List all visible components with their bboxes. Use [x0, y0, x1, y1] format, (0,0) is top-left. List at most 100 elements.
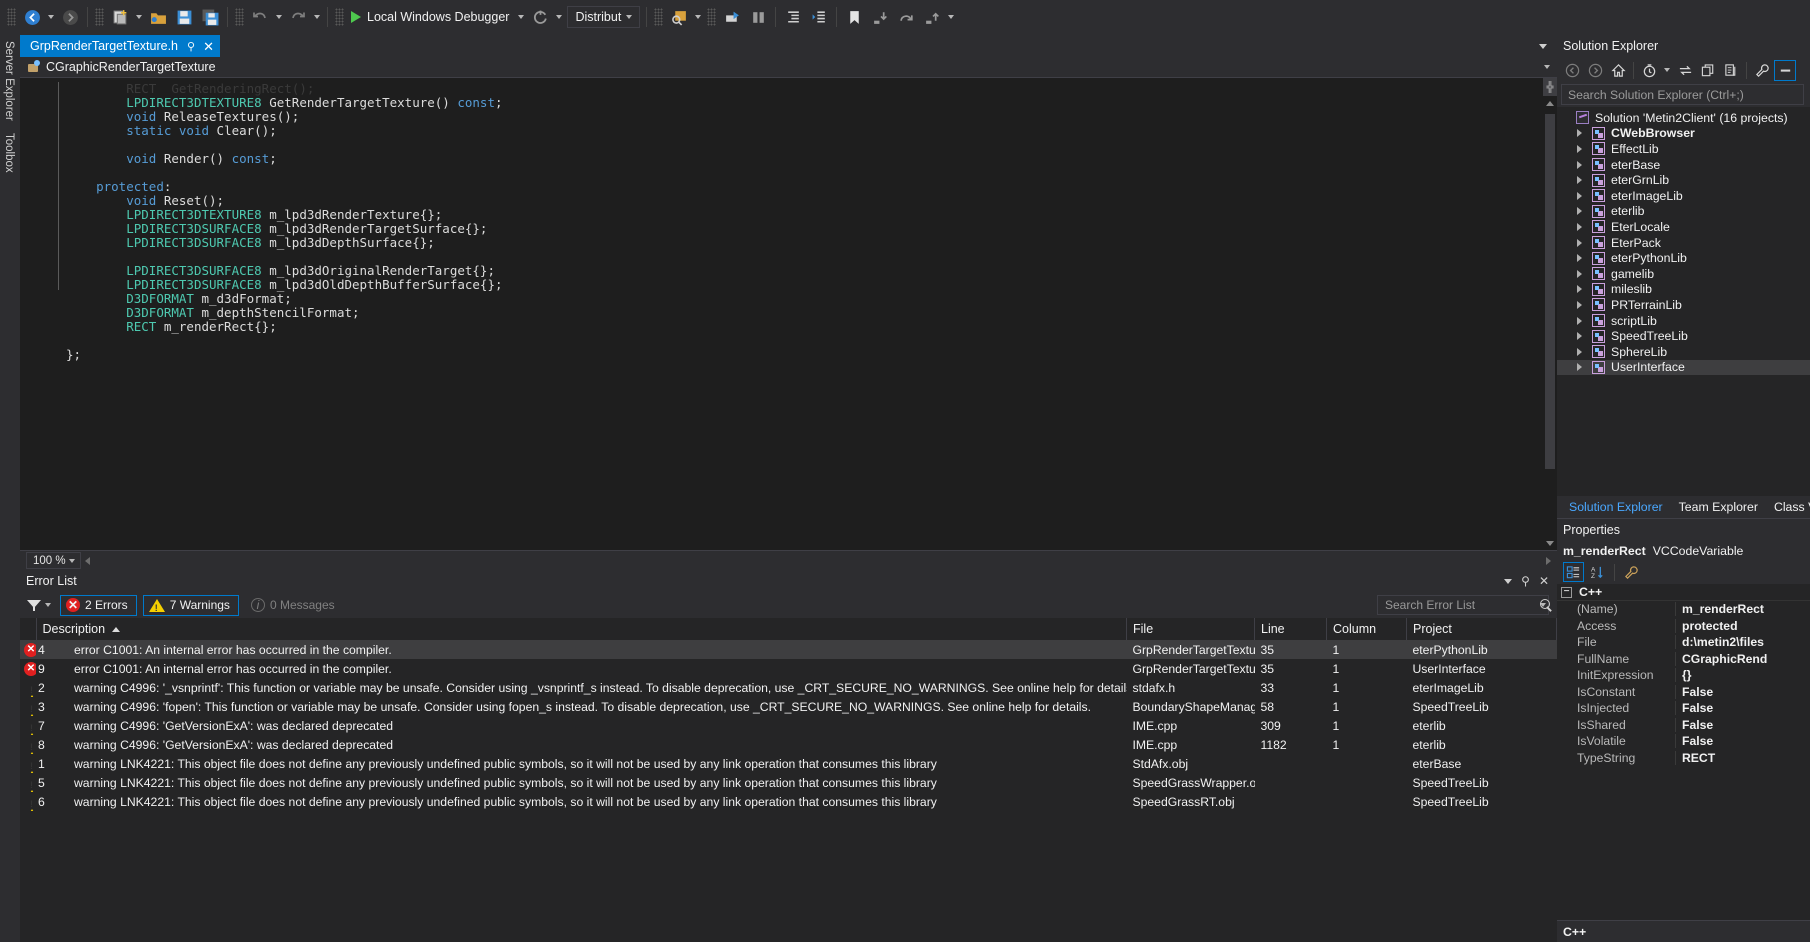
toolbar-overflow-icon[interactable]	[945, 5, 957, 29]
project-node[interactable]: gamelib	[1557, 266, 1810, 282]
project-node[interactable]: eterGrnLib	[1557, 172, 1810, 188]
sync-with-active-document-icon[interactable]	[1674, 60, 1696, 81]
scroll-down-icon[interactable]	[1543, 536, 1557, 550]
toolbar-grip-5[interactable]	[654, 8, 663, 26]
error-list-grid[interactable]: Description File Line Column Project ✕4e…	[20, 618, 1557, 942]
column-header-description[interactable]: Description	[36, 618, 1127, 640]
project-node[interactable]: UserInterface	[1557, 360, 1810, 376]
project-node[interactable]: EffectLib	[1557, 141, 1810, 157]
document-tab-grprendertargettexture[interactable]: GrpRenderTargetTexture.h ⚲ ✕	[20, 35, 220, 57]
table-row[interactable]: 6warning LNK4221: This object file does …	[20, 792, 1557, 811]
warnings-filter-button[interactable]: 7 Warnings	[143, 595, 239, 616]
table-row[interactable]: ✕9error C1001: An internal error has occ…	[20, 659, 1557, 678]
expander-icon[interactable]	[1573, 145, 1586, 153]
redo-icon[interactable]	[285, 5, 311, 29]
table-row[interactable]: 8warning C4996: 'GetVersionExA': was dec…	[20, 735, 1557, 754]
tab-list-dropdown-icon[interactable]	[1537, 39, 1549, 53]
code-editor[interactable]: RECT GetRenderingRect(); LPDIRECT3DTEXTU…	[20, 78, 1557, 550]
view-code-icon[interactable]	[1774, 60, 1796, 81]
editor-horizontal-scrollbar[interactable]	[85, 554, 1553, 568]
scroll-right-icon[interactable]	[1546, 557, 1551, 565]
expander-icon[interactable]	[1573, 317, 1586, 325]
zoom-dropdown-icon[interactable]	[66, 549, 78, 573]
find-dropdown-icon[interactable]	[692, 5, 704, 29]
navigate-back-dropdown-icon[interactable]	[45, 5, 57, 29]
project-node[interactable]: EterLocale	[1557, 219, 1810, 235]
table-row[interactable]: 1warning LNK4221: This object file does …	[20, 754, 1557, 773]
editor-vertical-scrollbar[interactable]: ╬	[1543, 78, 1557, 550]
expander-icon[interactable]	[1573, 176, 1586, 184]
property-row[interactable]: Filed:\metin2\files	[1557, 634, 1810, 651]
step-out-icon[interactable]	[919, 5, 945, 29]
project-node[interactable]: PRTerrainLib	[1557, 297, 1810, 313]
pin-panel-icon[interactable]: ⚲	[1521, 574, 1530, 588]
alphabetical-icon[interactable]: AZ	[1587, 562, 1608, 582]
property-row[interactable]: IsInjectedFalse	[1557, 700, 1810, 717]
toolbar-grip-6[interactable]	[707, 8, 716, 26]
property-value[interactable]: protected	[1675, 619, 1810, 633]
toolbar-grip-2[interactable]	[95, 8, 104, 26]
expander-icon[interactable]	[1573, 332, 1586, 340]
property-value[interactable]: False	[1675, 701, 1810, 715]
error-list-search-input[interactable]	[1385, 598, 1540, 612]
project-node[interactable]: eterPythonLib	[1557, 250, 1810, 266]
expander-icon[interactable]	[1573, 254, 1586, 262]
table-row[interactable]: ✕4error C1001: An internal error has occ…	[20, 640, 1557, 659]
expander-icon[interactable]	[1573, 161, 1586, 169]
properties-icon[interactable]	[1751, 60, 1773, 81]
start-debugging-button[interactable]: Local Windows Debugger	[347, 5, 515, 29]
indent-icon[interactable]	[780, 5, 806, 29]
project-node[interactable]: EterPack	[1557, 235, 1810, 251]
column-header-file[interactable]: File	[1127, 618, 1255, 640]
project-node[interactable]: mileslib	[1557, 282, 1810, 298]
filter-icon[interactable]	[26, 597, 42, 613]
expander-icon[interactable]	[1573, 363, 1586, 371]
outdent-icon[interactable]	[806, 5, 832, 29]
undo-icon[interactable]	[247, 5, 273, 29]
property-row[interactable]: FullNameCGraphicRend	[1557, 651, 1810, 668]
collapse-icon[interactable]: −	[1561, 587, 1572, 598]
column-header-project[interactable]: Project	[1407, 618, 1557, 640]
project-node[interactable]: SphereLib	[1557, 344, 1810, 360]
pending-changes-icon[interactable]	[1638, 60, 1660, 81]
step-into-icon[interactable]	[867, 5, 893, 29]
property-row[interactable]: (Name)m_renderRect	[1557, 601, 1810, 618]
property-value[interactable]: False	[1675, 734, 1810, 748]
project-node[interactable]: scriptLib	[1557, 313, 1810, 329]
chevron-down-icon[interactable]	[621, 5, 637, 29]
property-value[interactable]: m_renderRect	[1675, 602, 1810, 616]
column-header-column[interactable]: Column	[1327, 618, 1407, 640]
project-node[interactable]: eterBase	[1557, 157, 1810, 173]
comment-icon[interactable]	[719, 5, 745, 29]
tab-class-view[interactable]: Class View	[1766, 496, 1810, 518]
new-item-icon[interactable]	[107, 5, 133, 29]
project-node[interactable]: CWebBrowser	[1557, 126, 1810, 142]
errors-filter-button[interactable]: ✕ 2 Errors	[60, 595, 137, 616]
new-item-dropdown-icon[interactable]	[133, 5, 145, 29]
home-icon[interactable]	[1607, 60, 1629, 81]
scroll-left-icon[interactable]	[85, 557, 90, 565]
save-icon[interactable]	[171, 5, 197, 29]
table-row[interactable]: 5warning LNK4221: This object file does …	[20, 773, 1557, 792]
expander-icon[interactable]	[1573, 270, 1586, 278]
expander-icon[interactable]	[1573, 223, 1586, 231]
project-node[interactable]: eterImageLib	[1557, 188, 1810, 204]
solution-configuration-combo[interactable]: Distribut	[567, 6, 640, 28]
rail-item-toolbox[interactable]: Toolbox	[0, 127, 18, 179]
rail-item-server-explorer[interactable]: Server Explorer	[0, 35, 18, 127]
property-value[interactable]: RECT	[1675, 751, 1810, 765]
bookmark-icon[interactable]	[841, 5, 867, 29]
navbar-type-selector[interactable]: CGraphicRenderTargetTexture	[46, 60, 216, 74]
expander-icon[interactable]	[1573, 301, 1586, 309]
categorized-icon[interactable]	[1563, 562, 1584, 582]
forward-icon[interactable]	[1584, 60, 1606, 81]
property-row[interactable]: IsVolatileFalse	[1557, 733, 1810, 750]
table-row[interactable]: 2warning C4996: '_vsnprintf': This funct…	[20, 678, 1557, 697]
scrollbar-thumb[interactable]	[1545, 114, 1555, 469]
pin-icon[interactable]: ⚲	[187, 40, 195, 53]
pending-changes-dropdown-icon[interactable]	[1661, 58, 1673, 82]
save-all-icon[interactable]	[197, 5, 223, 29]
project-node[interactable]: eterlib	[1557, 204, 1810, 220]
solution-explorer-search-input[interactable]	[1568, 88, 1797, 102]
tab-solution-explorer[interactable]: Solution Explorer	[1561, 496, 1671, 518]
